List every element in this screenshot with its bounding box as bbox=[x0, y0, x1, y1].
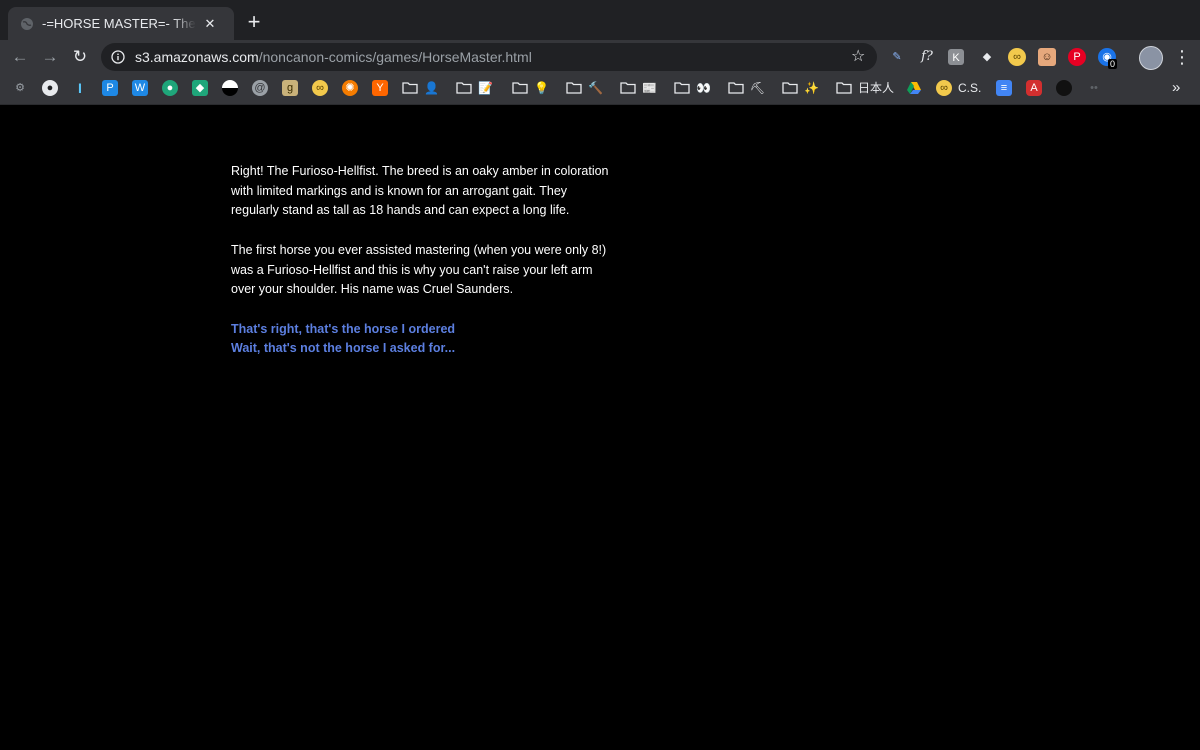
hex-bookmark-icon[interactable]: ◆ bbox=[192, 80, 208, 96]
angular-bookmark-icon[interactable]: A bbox=[1026, 80, 1042, 96]
pick-folder-emoji: ⛏ bbox=[750, 81, 766, 95]
folder-icon[interactable] bbox=[456, 81, 472, 94]
pinterest-extension-icon[interactable]: P bbox=[1068, 48, 1086, 66]
url-path: /noncanon-comics/games/HorseMaster.html bbox=[258, 49, 532, 65]
japanese-folder-label[interactable]: 日本人 bbox=[858, 80, 894, 96]
black-circle-bookmark-icon[interactable] bbox=[1056, 80, 1072, 96]
info-icon[interactable] bbox=[111, 50, 125, 64]
dots-bookmark-icon[interactable]: •• bbox=[1086, 80, 1102, 96]
y-combinator-bookmark-icon[interactable]: Y bbox=[372, 80, 388, 96]
forward-arrow-icon[interactable]: → bbox=[40, 47, 60, 67]
menu-kebab-icon[interactable]: ⋮ bbox=[1172, 47, 1192, 67]
github-bookmark-icon[interactable]: ● bbox=[42, 80, 58, 96]
reload-icon[interactable]: ↻ bbox=[70, 47, 90, 67]
bookmarks-overflow-icon[interactable]: » bbox=[1172, 79, 1180, 96]
story-paragraph: Right! The Furioso-Hellfist. The breed i… bbox=[231, 164, 609, 218]
g-bookmark-icon[interactable]: g bbox=[282, 80, 298, 96]
folder-icon[interactable] bbox=[782, 81, 798, 94]
folder-icon[interactable] bbox=[620, 81, 636, 94]
url-host: s3.amazonaws.com bbox=[135, 49, 259, 65]
w-bookmark-icon[interactable]: W bbox=[132, 80, 148, 96]
choice-confirm-horse[interactable]: That's right, that's the horse I ordered bbox=[231, 320, 616, 340]
toolbar: ← → ↻ s3.amazonaws.com/noncanon-comics/g… bbox=[0, 40, 1200, 74]
bookmarks-bar: ⚙ ● I P W ● ◆ @ g ∞ ✺ Y 👤 📝 💡 🔨 📰 👀 ⛏ ✨ … bbox=[0, 74, 1200, 105]
formula-extension-icon[interactable]: f? bbox=[918, 48, 936, 66]
half-circle-bookmark-icon[interactable] bbox=[222, 80, 238, 96]
folder-icon[interactable] bbox=[566, 81, 582, 94]
choice-wrong-horse[interactable]: Wait, that's not the horse I asked for..… bbox=[231, 339, 616, 359]
story-paragraph: The first horse you ever assisted master… bbox=[231, 242, 607, 297]
sparkles-folder-emoji: ✨ bbox=[804, 81, 819, 95]
bookmark-star-icon[interactable]: ☆ bbox=[851, 49, 867, 65]
cs-bookmark-label[interactable]: C.S. bbox=[958, 80, 981, 96]
choice-list: That's right, that's the horse I ordered… bbox=[231, 320, 616, 359]
emoji-extension-icon[interactable]: ∞ bbox=[1008, 48, 1026, 66]
story-content: Right! The Furioso-Hellfist. The breed i… bbox=[231, 162, 616, 359]
eyedropper-extension-icon[interactable]: ✎ bbox=[888, 48, 906, 66]
i-beam-bookmark-icon[interactable]: I bbox=[72, 80, 88, 96]
lightbulb-folder-emoji: 💡 bbox=[534, 81, 549, 95]
p-bookmark-icon[interactable]: P bbox=[102, 80, 118, 96]
vscode-extension-icon[interactable]: ◆ bbox=[978, 48, 996, 66]
spiral-bookmark-icon[interactable]: @ bbox=[252, 80, 268, 96]
folder-icon[interactable] bbox=[402, 81, 418, 94]
globe-icon bbox=[21, 17, 33, 30]
keyboard-extension-icon[interactable]: K bbox=[948, 49, 964, 65]
close-tab-icon[interactable]: ✕ bbox=[202, 16, 218, 32]
newspaper-folder-emoji: 📰 bbox=[642, 81, 657, 95]
tab-strip: -=HORSE MASTER=- The Game ✕ + bbox=[0, 0, 1200, 40]
memo-folder-emoji: 📝 bbox=[478, 81, 493, 95]
folder-icon[interactable] bbox=[512, 81, 528, 94]
tab-title: -=HORSE MASTER=- The Game bbox=[42, 16, 196, 31]
settings-bookmark-icon[interactable]: ⚙ bbox=[12, 80, 28, 96]
person-folder-emoji: 👤 bbox=[424, 81, 439, 95]
address-bar[interactable]: s3.amazonaws.com/noncanon-comics/games/H… bbox=[101, 43, 877, 71]
gear-orange-bookmark-icon[interactable]: ✺ bbox=[342, 80, 358, 96]
co-bookmark-icon[interactable]: ∞ bbox=[312, 80, 328, 96]
folder-icon[interactable] bbox=[836, 81, 852, 94]
co-bookmark-icon[interactable]: ∞ bbox=[936, 80, 952, 96]
back-arrow-icon[interactable]: ← bbox=[10, 47, 30, 67]
hammer-folder-emoji: 🔨 bbox=[588, 81, 603, 95]
docs-bookmark-icon[interactable]: ≡ bbox=[996, 80, 1012, 96]
url-text: s3.amazonaws.com/noncanon-comics/games/H… bbox=[135, 49, 532, 65]
drop-bookmark-icon[interactable]: ● bbox=[162, 80, 178, 96]
new-tab-button[interactable]: + bbox=[244, 11, 264, 33]
browser-tab[interactable]: -=HORSE MASTER=- The Game ✕ bbox=[8, 7, 234, 40]
google-drive-icon[interactable] bbox=[906, 80, 922, 96]
folder-icon[interactable] bbox=[728, 81, 744, 94]
character-extension-icon[interactable]: ☺ bbox=[1038, 48, 1056, 66]
profile-avatar[interactable] bbox=[1139, 46, 1163, 70]
eyes-folder-emoji: 👀 bbox=[696, 81, 711, 95]
folder-icon[interactable] bbox=[674, 81, 690, 94]
notification-badge: 0 bbox=[1108, 59, 1118, 69]
